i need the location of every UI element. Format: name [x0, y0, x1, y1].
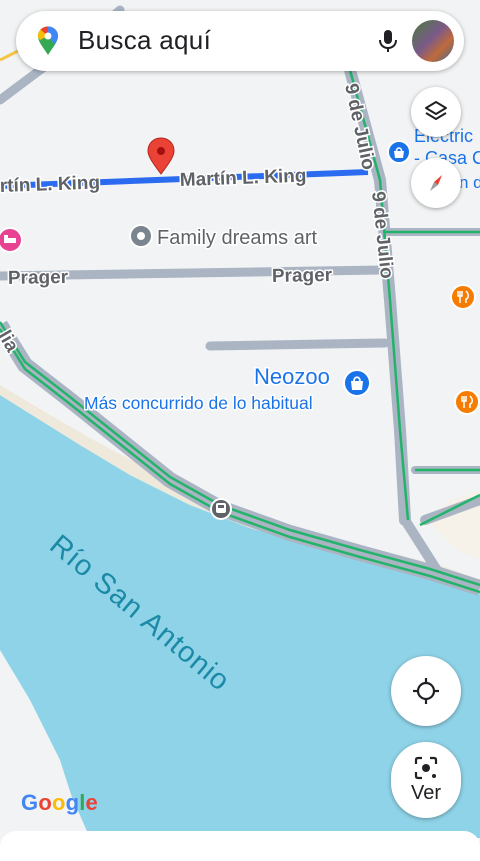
crosshair-icon [413, 678, 439, 704]
compass-icon [430, 175, 442, 191]
bottom-sheet-handle[interactable] [0, 831, 480, 861]
street-label-prager-left: Prager [8, 267, 69, 289]
logo-letter: e [85, 790, 98, 815]
street-label-martin-king-right: Martín L. King [179, 166, 306, 191]
logo-letter: o [38, 790, 52, 815]
place-label-family-dreams-art[interactable]: Family dreams art [156, 226, 319, 251]
camera-lens-icon [414, 756, 438, 779]
shopping-bag-icon-electric[interactable] [387, 140, 411, 164]
ver-label: Ver [410, 781, 442, 804]
place-label-edge: n de [459, 173, 480, 192]
google-logo: Google [21, 790, 98, 816]
logo-letter: o [51, 790, 66, 815]
place-marker-icon[interactable] [129, 224, 153, 248]
bus-stop-icon[interactable] [210, 498, 232, 520]
google-maps-pin-icon [38, 26, 58, 55]
search-bar[interactable]: Busca aquí [16, 11, 464, 71]
compass-button[interactable] [411, 158, 461, 208]
restaurant-icon[interactable] [450, 284, 476, 310]
my-location-button[interactable] [391, 656, 461, 726]
microphone-icon[interactable] [374, 27, 402, 55]
street-label-martin-king-left: rtín L. King [0, 173, 100, 197]
ver-button[interactable]: Ver [391, 742, 461, 818]
place-label-neozoo[interactable]: Neozoo [253, 363, 332, 391]
logo-letter: g [65, 790, 80, 815]
layers-icon [425, 101, 447, 120]
search-input[interactable]: Busca aquí [78, 25, 211, 56]
account-avatar[interactable] [412, 20, 454, 62]
hotel-icon[interactable] [0, 227, 23, 253]
logo-letter: G [21, 790, 39, 815]
restaurant-icon-2[interactable] [454, 389, 480, 415]
street-label-prager-right: Prager [272, 265, 333, 287]
shopping-bag-icon[interactable] [343, 369, 371, 397]
layers-button[interactable] [411, 87, 461, 137]
place-status-neozoo: Más concurrido de lo habitual [84, 393, 313, 413]
